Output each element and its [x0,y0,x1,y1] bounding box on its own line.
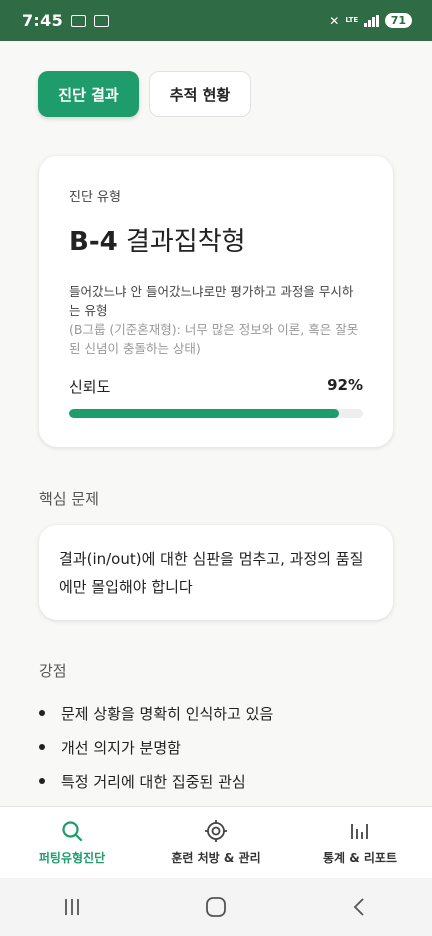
recent-apps-icon [65,899,79,915]
confidence-progress-fill [69,409,340,418]
strengths-list: 문제 상황을 명확히 인식하고 있음 개선 의지가 분명함 특정 거리에 대한 … [39,696,273,798]
tab-bar: 진단 결과 추적 현황 [38,71,251,117]
strength-text: 문제 상황을 명확히 인식하고 있음 [61,704,274,723]
diagnosis-code: B-4 [69,227,118,257]
bullet-icon [39,778,45,784]
nav-putting-diagnosis[interactable]: 퍼팅유형진단 [0,807,144,878]
strengths-title: 강점 [39,662,67,680]
home-button[interactable] [196,892,236,922]
confidence-value: 92% [327,376,363,394]
back-icon [353,898,364,916]
signal-icon [364,14,379,27]
search-icon [62,821,83,842]
diagnosis-sub-description: (B그룹 (기준혼재형): 너무 많은 정보와 이론, 혹은 잘못된 신념이 충… [69,322,359,356]
diagnosis-name: 결과집착형 [125,227,246,257]
target-icon [205,820,227,842]
status-left: 7:45 [22,11,109,30]
nav-stats[interactable]: 통계 & 리포트 [288,807,432,878]
core-problem-text: 결과(in/out)에 대한 심판을 멈추고, 과정의 품질에만 몰입해야 합니… [59,550,364,596]
lte-indicator: LTE [345,16,359,24]
confidence-progress-bar [69,409,363,418]
status-time: 7:45 [22,11,63,30]
back-button[interactable] [340,892,380,922]
notification-icon [71,14,86,27]
diagnosis-description: 들어갔느냐 안 들어갔느냐로만 평가하고 과정을 무시하는 유형 [69,284,354,318]
diagnosis-type-title: B-4 결과집착형 [69,221,363,258]
home-icon [206,897,226,917]
mute-icon: ✕ [329,13,340,28]
tab-diagnosis-result[interactable]: 진단 결과 [38,71,139,117]
nav-label: 퍼팅유형진단 [38,851,106,865]
diagnosis-type-label: 진단 유형 [69,190,121,205]
confidence-row: 신뢰도 92% [69,376,363,397]
strength-text: 특정 거리에 대한 집중된 관심 [61,772,246,791]
strength-text: 개선 의지가 분명함 [61,738,181,757]
core-problem-title: 핵심 문제 [39,490,99,508]
battery-indicator: 71 [384,13,412,28]
recent-apps-button[interactable] [52,892,92,922]
list-item: 특정 거리에 대한 집중된 관심 [39,764,273,798]
tab-tracking-status[interactable]: 추적 현황 [149,71,251,117]
list-item: 개선 의지가 분명함 [39,730,273,764]
bullet-icon [39,744,45,750]
list-item: 문제 상황을 명확히 인식하고 있음 [39,696,273,730]
nav-training[interactable]: 훈련 처방 & 관리 [144,807,288,878]
system-nav-bar [0,878,432,936]
bullet-icon [39,710,45,716]
bottom-nav: 퍼팅유형진단 훈련 처방 & 관리 통계 & 리포트 [0,806,432,878]
diagnosis-card: 진단 유형 B-4 결과집착형 들어갔느냐 안 들어갔느냐로만 평가하고 과정을… [39,156,393,447]
nav-label: 통계 & 리포트 [322,851,398,865]
confidence-label: 신뢰도 [69,378,111,396]
status-bar: 7:45 ✕ LTE 71 [0,0,432,41]
bar-chart-icon [351,824,368,839]
status-right: ✕ LTE 71 [329,13,412,28]
nav-label: 훈련 처방 & 관리 [171,851,261,865]
core-problem-card: 결과(in/out)에 대한 심판을 멈추고, 과정의 품질에만 몰입해야 합니… [39,525,393,620]
screenshot-icon [94,14,109,27]
